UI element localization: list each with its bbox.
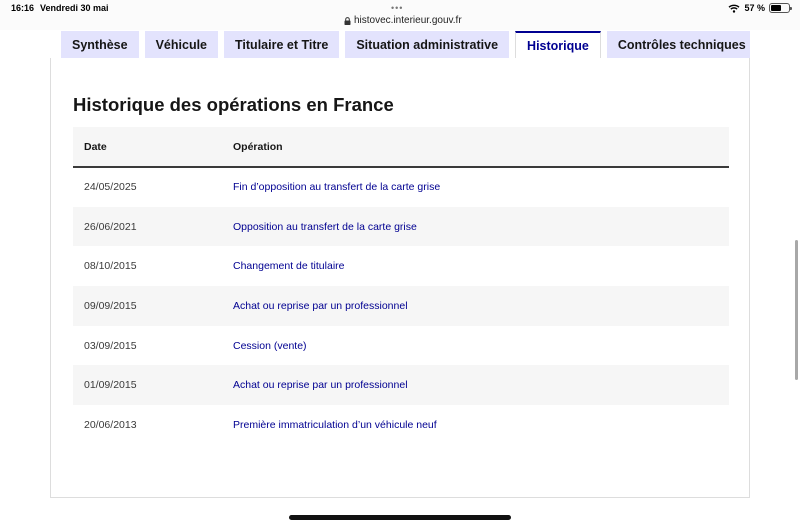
row-date: 24/05/2025 (84, 181, 137, 194)
status-right: 57 % (728, 3, 792, 13)
row-operation-cell: Changement de titulaire (233, 246, 729, 286)
operation-link[interactable]: Cession (vente) (233, 340, 307, 352)
row-date: 20/06/2013 (84, 418, 137, 431)
operation-link[interactable]: Achat ou reprise par un professionnel (233, 379, 408, 391)
tab-bar: Synthèse Véhicule Titulaire et Titre Situat… (50, 31, 750, 59)
scrollbar[interactable] (795, 240, 798, 380)
battery-percent: 57 % (744, 3, 765, 13)
status-time: 16:16 (11, 3, 35, 13)
column-header-operation: Opération (233, 140, 283, 153)
row-operation-cell: Cession (vente) (233, 326, 729, 366)
table-row: 26/06/2021 Opposition au transfert de la … (73, 206, 729, 247)
battery-icon (769, 3, 792, 13)
tab-vehicule[interactable]: Véhicule (144, 31, 219, 59)
tab-situation-administrative[interactable]: Situation administrative (345, 31, 510, 59)
operation-link[interactable]: Première immatriculation d’un véhicule n… (233, 419, 437, 431)
row-date: 03/09/2015 (84, 339, 137, 352)
tab-controles-techniques[interactable]: Contrôles techniques (606, 31, 750, 59)
row-operation-cell: Première immatriculation d’un véhicule n… (233, 405, 729, 445)
table-row: 24/05/2025 Fin d’opposition au transfert … (73, 167, 729, 207)
table-row: 03/09/2015 Cession (vente) (73, 326, 729, 366)
operation-link[interactable]: Changement de titulaire (233, 260, 345, 272)
row-date: 08/10/2015 (84, 260, 137, 273)
operation-link[interactable]: Achat ou reprise par un professionnel (233, 300, 408, 312)
page-title: Historique des opérations en France (73, 94, 394, 115)
row-operation-cell: Fin d’opposition au transfert de la cart… (233, 167, 729, 207)
wifi-icon (729, 4, 740, 13)
table-header-row: Date Opération (73, 127, 729, 167)
row-date: 09/09/2015 (84, 299, 137, 312)
status-bar: 16:16 Vendredi 30 mai ••• histovec.inter… (0, 0, 800, 30)
lock-icon (344, 16, 351, 25)
row-operation-cell: Achat ou reprise par un professionnel (233, 365, 729, 405)
url-text: histovec.interieur.gouv.fr (354, 15, 462, 26)
row-date: 26/06/2021 (84, 220, 137, 233)
table-row: 09/09/2015 Achat ou reprise par un profes… (73, 286, 729, 326)
status-date: Vendredi 30 mai (40, 3, 109, 13)
battery-fill (771, 5, 781, 11)
tab-historique[interactable]: Historique (515, 31, 601, 59)
table-row: 08/10/2015 Changement de titulaire (73, 246, 729, 286)
address-bar[interactable]: histovec.interieur.gouv.fr (344, 15, 462, 26)
tab-titulaire-et-titre[interactable]: Titulaire et Titre (224, 31, 340, 59)
operation-link[interactable]: Opposition au transfert de la carte gris… (233, 221, 417, 233)
table-row: 01/09/2015 Achat ou reprise par un profes… (73, 365, 729, 406)
multitasking-dots-icon[interactable]: ••• (391, 3, 403, 13)
row-operation-cell: Achat ou reprise par un professionnel (233, 286, 729, 326)
home-indicator[interactable] (289, 515, 511, 520)
history-panel: Historique des opérations en France Date… (50, 58, 750, 498)
history-table: Date Opération 24/05/2025 Fin d’oppositio… (73, 127, 729, 445)
row-operation-cell: Opposition au transfert de la carte gris… (233, 207, 729, 247)
row-date: 01/09/2015 (84, 379, 137, 392)
table-row: 20/06/2013 Première immatriculation d’un … (73, 405, 729, 445)
tab-synthese[interactable]: Synthèse (61, 31, 139, 59)
column-header-date: Date (84, 140, 107, 153)
operation-link[interactable]: Fin d’opposition au transfert de la cart… (233, 181, 440, 193)
